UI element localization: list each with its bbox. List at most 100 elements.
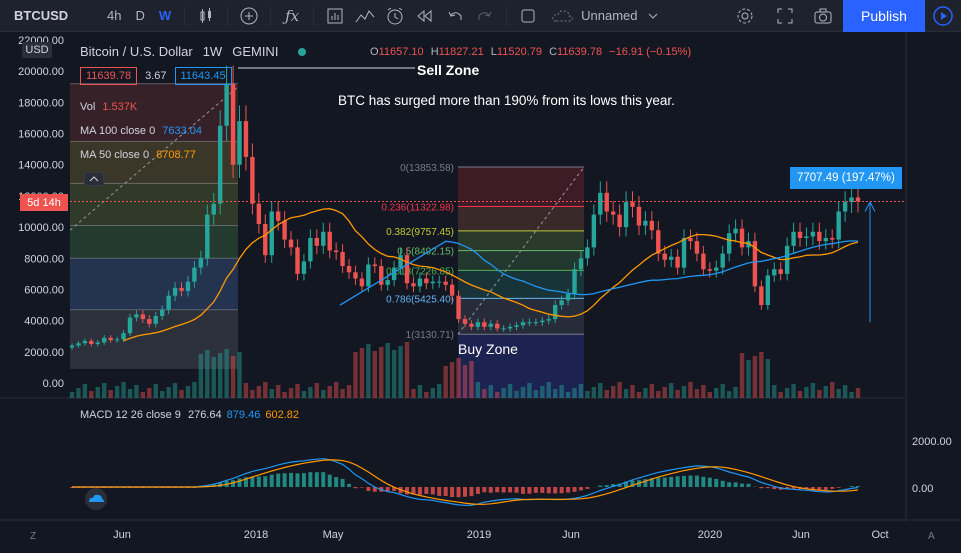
candle-body	[102, 337, 107, 343]
volume-bar	[610, 386, 616, 398]
volume-bar	[275, 385, 281, 398]
candle-body	[237, 121, 242, 165]
macd-histogram-bar	[269, 474, 274, 487]
collapse-legend-button[interactable]	[84, 172, 104, 186]
timezone-z-button[interactable]: Z	[30, 531, 36, 542]
volume-bar	[237, 352, 242, 398]
macd-histogram-bar	[308, 472, 313, 487]
undo-icon[interactable]	[440, 2, 470, 30]
price-chart[interactable]: 0(13853.58) 0.236(11322.98) 0.382(9757.45)…	[0, 32, 961, 553]
macd-hist-value: 276.64	[187, 409, 222, 421]
price-tick-label: 8000.00	[24, 253, 64, 265]
volume-bar	[746, 360, 751, 398]
candle-body	[578, 258, 584, 270]
candle-body	[353, 272, 358, 279]
fib-level-label: 1(3130.71)	[406, 330, 454, 341]
macd-histogram-bar	[727, 482, 732, 487]
replay-icon[interactable]	[410, 2, 440, 30]
bid-price[interactable]: 11639.78	[80, 67, 138, 85]
candle-body	[301, 261, 307, 274]
candle-body	[211, 203, 216, 215]
candle-body	[140, 314, 146, 320]
macd-histogram-bar	[714, 478, 719, 487]
candle-body	[778, 269, 783, 274]
candle-body	[623, 202, 629, 228]
candle-body	[520, 322, 526, 326]
candle-body	[495, 323, 500, 329]
volume-bar	[707, 392, 713, 398]
macd-histogram-bar	[256, 476, 261, 487]
auto-scale-button[interactable]: A	[928, 531, 935, 542]
fullscreen-square-icon[interactable]	[513, 2, 543, 30]
interval-weekly-button[interactable]: W	[152, 8, 178, 23]
volume-bar	[424, 392, 429, 398]
macd-histogram-bar	[830, 487, 835, 489]
candle-body	[791, 231, 796, 246]
interval-daily-button[interactable]: D	[128, 8, 151, 23]
buy-zone-label[interactable]: Buy Zone	[458, 341, 518, 357]
financials-icon[interactable]	[320, 2, 350, 30]
volume-bar	[172, 383, 178, 398]
candle-body	[630, 202, 635, 207]
sell-zone-label[interactable]: Sell Zone	[417, 62, 479, 78]
compare-plus-icon[interactable]	[234, 2, 264, 30]
chevron-up-icon	[89, 176, 99, 182]
volume-bar	[456, 358, 461, 398]
candles-icon[interactable]	[191, 2, 221, 30]
macd-histogram-bar	[520, 487, 525, 494]
volume-bar	[256, 386, 262, 398]
divider	[270, 5, 272, 26]
top-toolbar: BTCUSD 4h D W ƒx Unnamed Publish	[0, 0, 961, 32]
layout-name-button[interactable]: Unnamed	[543, 8, 667, 24]
candle-body	[759, 286, 764, 306]
legend-title[interactable]: Bitcoin / U.S. Dollar	[80, 44, 193, 59]
time-tick-label: May	[323, 529, 344, 541]
publish-button[interactable]: Publish	[843, 0, 925, 32]
volume-bar	[179, 390, 184, 398]
time-tick-label: 2018	[244, 529, 268, 541]
candle-body	[430, 281, 435, 284]
high-label: H	[430, 46, 439, 58]
volume-bar	[688, 382, 693, 398]
volume-bar	[263, 382, 268, 398]
volume-bar	[726, 391, 732, 398]
play-icon[interactable]	[925, 0, 961, 32]
tradingview-window: BTCUSD 4h D W ƒx Unnamed Publish 0(13853…	[0, 0, 961, 553]
expand-icon[interactable]	[770, 2, 800, 30]
macd-histogram-bar	[559, 487, 564, 494]
ideas-chart-icon[interactable]	[350, 2, 380, 30]
candle-body	[482, 322, 487, 327]
alert-clock-icon[interactable]	[380, 2, 410, 30]
fib-zone	[458, 270, 584, 299]
candle-body	[649, 220, 655, 231]
settings-gear-icon[interactable]	[730, 2, 760, 30]
candle-body	[95, 342, 100, 345]
candle-body	[385, 280, 390, 285]
ma50-label: MA 50 close 0	[80, 149, 150, 161]
currency-badge[interactable]: USD	[22, 42, 52, 58]
countdown-tag: 5d 14h	[20, 194, 68, 211]
candle-body	[114, 339, 120, 341]
symbol-search-button[interactable]: BTCUSD	[0, 8, 100, 23]
candle-body	[765, 275, 771, 306]
redo-icon[interactable]	[470, 2, 500, 30]
candle-body	[572, 269, 577, 295]
interval-4h-button[interactable]: 4h	[100, 8, 128, 23]
candle-body	[675, 256, 680, 268]
candle-body	[230, 83, 236, 165]
volume-bar	[488, 385, 493, 398]
measure-label[interactable]: 7707.49 (197.47%)	[790, 167, 902, 189]
volume-bar	[243, 383, 249, 398]
candle-body	[179, 287, 184, 292]
camera-icon[interactable]	[808, 2, 838, 30]
tradingview-logo-icon[interactable]	[84, 488, 107, 510]
fib-zone	[458, 206, 584, 231]
indicators-fx-icon[interactable]: ƒx	[277, 2, 307, 30]
macd-histogram-bar	[759, 487, 764, 489]
candle-body	[121, 333, 126, 340]
ask-price[interactable]: 11643.45	[174, 67, 232, 85]
note-text[interactable]: BTC has surged more than 190% from its l…	[338, 93, 675, 108]
price-tick-label: 6000.00	[24, 284, 64, 296]
macd-histogram-bar	[237, 478, 242, 487]
volume-bar	[295, 384, 300, 398]
